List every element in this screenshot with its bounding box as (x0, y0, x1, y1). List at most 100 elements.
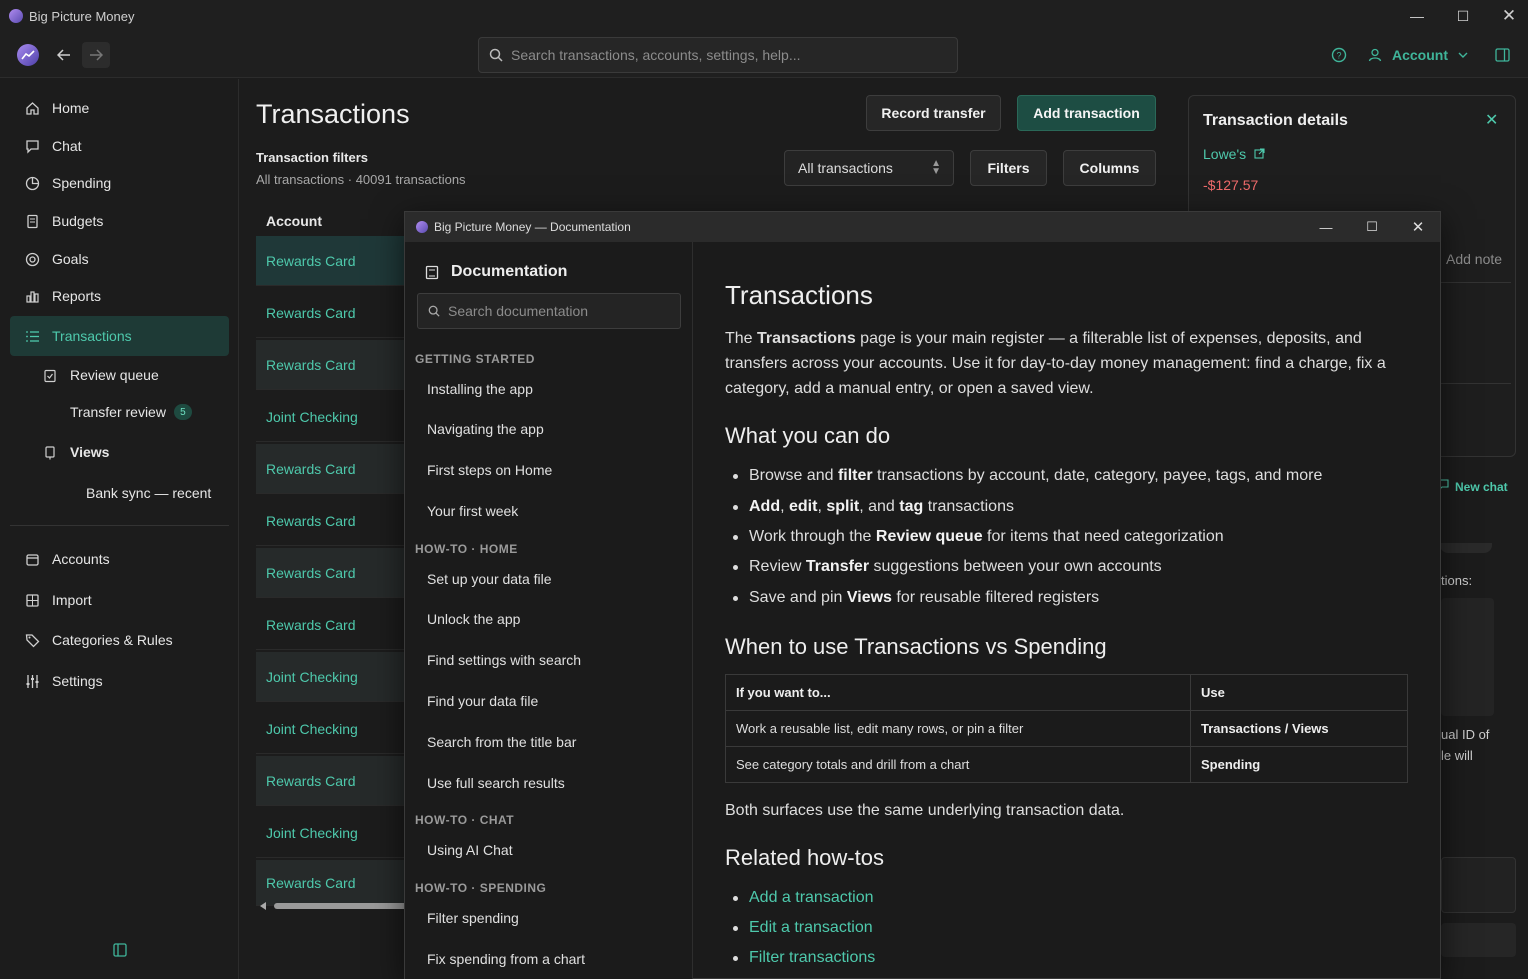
doc-bullet: Browse and filter transactions by accoun… (732, 467, 1323, 484)
back-arrow-icon[interactable] (50, 42, 78, 68)
sidebar-item-budgets[interactable]: Budgets (10, 202, 229, 240)
table-row[interactable]: Joint Checking (256, 392, 416, 442)
account-cell[interactable]: Joint Checking (266, 669, 358, 685)
doc-nav-link[interactable]: Your first week (427, 503, 518, 519)
doc-nav-link[interactable]: Installing the app (427, 381, 533, 397)
doc-nav-link[interactable]: Find settings with search (427, 652, 581, 668)
record-transfer-button[interactable]: Record transfer (866, 95, 1001, 131)
panel-toggle-icon[interactable] (1488, 42, 1516, 68)
sidebar-item-categories[interactable]: Categories & Rules (10, 621, 229, 659)
table-row[interactable]: Joint Checking (256, 808, 416, 858)
account-cell[interactable]: Rewards Card (266, 513, 355, 529)
view-select[interactable]: All transactions ▲ ▼ (784, 150, 954, 186)
doc-related-link[interactable]: Filter transactions (732, 949, 875, 967)
sidebar-item-saved-view[interactable]: Bank sync — recent (10, 474, 229, 512)
account-cell[interactable]: Rewards Card (266, 305, 355, 321)
add-transaction-button[interactable]: Add transaction (1017, 95, 1156, 131)
account-menu[interactable]: Account (1368, 42, 1468, 68)
minimize-icon[interactable]: — (1303, 212, 1349, 242)
global-search[interactable] (478, 37, 958, 73)
table-row[interactable]: Rewards Card (256, 600, 416, 650)
table-row[interactable]: Rewards Card (256, 756, 416, 806)
payee-link[interactable]: Lowe's (1203, 146, 1265, 162)
columns-button[interactable]: Columns (1063, 150, 1156, 186)
doc-nav-link[interactable]: Filter spending (427, 910, 519, 926)
table-row[interactable]: Rewards Card (256, 288, 416, 338)
sidebar-item-views[interactable]: Views (10, 433, 229, 471)
doc-nav-link[interactable]: Unlock the app (427, 611, 520, 627)
account-cell[interactable]: Joint Checking (266, 825, 358, 841)
table-row[interactable]: Rewards Card (256, 340, 416, 390)
sidebar-item-transactions[interactable]: Transactions (10, 316, 229, 356)
table-row[interactable]: Rewards Card (256, 236, 416, 286)
doc-nav-link[interactable]: Using AI Chat (427, 842, 513, 858)
search-input[interactable] (511, 47, 931, 63)
account-cell[interactable]: Rewards Card (266, 253, 355, 269)
new-chat-button[interactable]: New chat (1438, 479, 1508, 494)
account-cell[interactable]: Joint Checking (266, 409, 358, 425)
doc-section-heading: HOW-TO · CHAT (415, 813, 515, 827)
chat-send-area[interactable] (1441, 923, 1516, 957)
doc-section-heading: HOW-TO · HOME (415, 542, 518, 556)
account-cell[interactable]: Rewards Card (266, 875, 355, 891)
table-row[interactable]: Rewards Card (256, 444, 416, 494)
doc-nav-link[interactable]: Navigating the app (427, 421, 544, 437)
minimize-icon[interactable]: — (1394, 0, 1440, 32)
sidebar-item-spending[interactable]: Spending (10, 164, 229, 202)
close-icon[interactable]: ✕ (1485, 110, 1498, 130)
sidebar-item-reports[interactable]: Reports (10, 277, 229, 315)
close-icon[interactable]: ✕ (1395, 212, 1441, 242)
sidebar-item-home[interactable]: Home (10, 89, 229, 127)
account-cell[interactable]: Rewards Card (266, 565, 355, 581)
doc-heading: Transactions (725, 280, 873, 310)
search-icon (428, 305, 440, 317)
sidebar-item-review-queue[interactable]: Review queue (10, 356, 229, 394)
doc-nav-link[interactable]: Search from the title bar (427, 734, 576, 750)
doc-nav-link[interactable]: Fix spending from a chart (427, 951, 585, 967)
book-icon (425, 265, 439, 279)
account-column-header[interactable]: Account (266, 213, 322, 229)
forward-arrow-icon[interactable] (82, 42, 110, 68)
chat-input[interactable] (1441, 857, 1516, 913)
filters-button[interactable]: Filters (970, 150, 1047, 186)
table-row[interactable]: Joint Checking (256, 704, 416, 754)
doc-related-link[interactable]: Edit a transaction (733, 919, 873, 937)
sidebar-item-label: Bank sync — recent (86, 485, 212, 501)
sidebar-collapse-icon[interactable] (106, 937, 134, 963)
sidebar-item-goals[interactable]: Goals (10, 240, 229, 278)
doc-related-link[interactable]: Add a transaction (733, 889, 874, 907)
table-row[interactable]: Rewards Card (256, 496, 416, 546)
doc-bullet: Save and pin Views for reusable filtered… (732, 589, 1100, 606)
table-row[interactable]: Joint Checking (256, 652, 416, 702)
account-cell[interactable]: Joint Checking (266, 721, 358, 737)
sidebar-item-transfer-review[interactable]: Transfer review 5 (10, 393, 229, 431)
maximize-icon[interactable]: ☐ (1440, 0, 1486, 32)
sidebar-item-import[interactable]: Import (10, 581, 229, 619)
add-note-field[interactable]: Add note (1446, 251, 1502, 267)
close-icon[interactable]: ✕ (1486, 0, 1528, 32)
doc-search-input[interactable] (448, 303, 668, 319)
sidebar-item-accounts[interactable]: Accounts (10, 540, 229, 578)
account-cell[interactable]: Rewards Card (266, 617, 355, 633)
doc-nav-link[interactable]: Use full search results (427, 775, 565, 791)
doc-nav-link[interactable]: Find your data file (427, 693, 538, 709)
doc-content: Transactions The Transactions page is yo… (694, 242, 1440, 979)
maximize-icon[interactable]: ☐ (1349, 212, 1395, 242)
spending-icon (24, 175, 40, 191)
chat-text: ual ID of (1441, 727, 1490, 742)
sidebar-item-label: Accounts (52, 551, 110, 567)
sidebar-item-settings[interactable]: Settings (10, 662, 229, 700)
account-cell[interactable]: Rewards Card (266, 357, 355, 373)
app-logo-icon[interactable] (17, 44, 39, 66)
table-row[interactable]: Rewards Card (256, 548, 416, 598)
doc-nav-link[interactable]: Set up your data file (427, 571, 552, 587)
page-title: Transactions (256, 99, 410, 129)
horizontal-scrollbar[interactable] (258, 898, 408, 910)
view-select-value: All transactions (798, 160, 893, 176)
help-icon[interactable]: ? (1325, 42, 1353, 68)
account-cell[interactable]: Rewards Card (266, 773, 355, 789)
account-cell[interactable]: Rewards Card (266, 461, 355, 477)
doc-nav-link[interactable]: First steps on Home (427, 462, 552, 478)
doc-search[interactable] (417, 293, 681, 329)
sidebar-item-chat[interactable]: Chat (10, 127, 229, 165)
